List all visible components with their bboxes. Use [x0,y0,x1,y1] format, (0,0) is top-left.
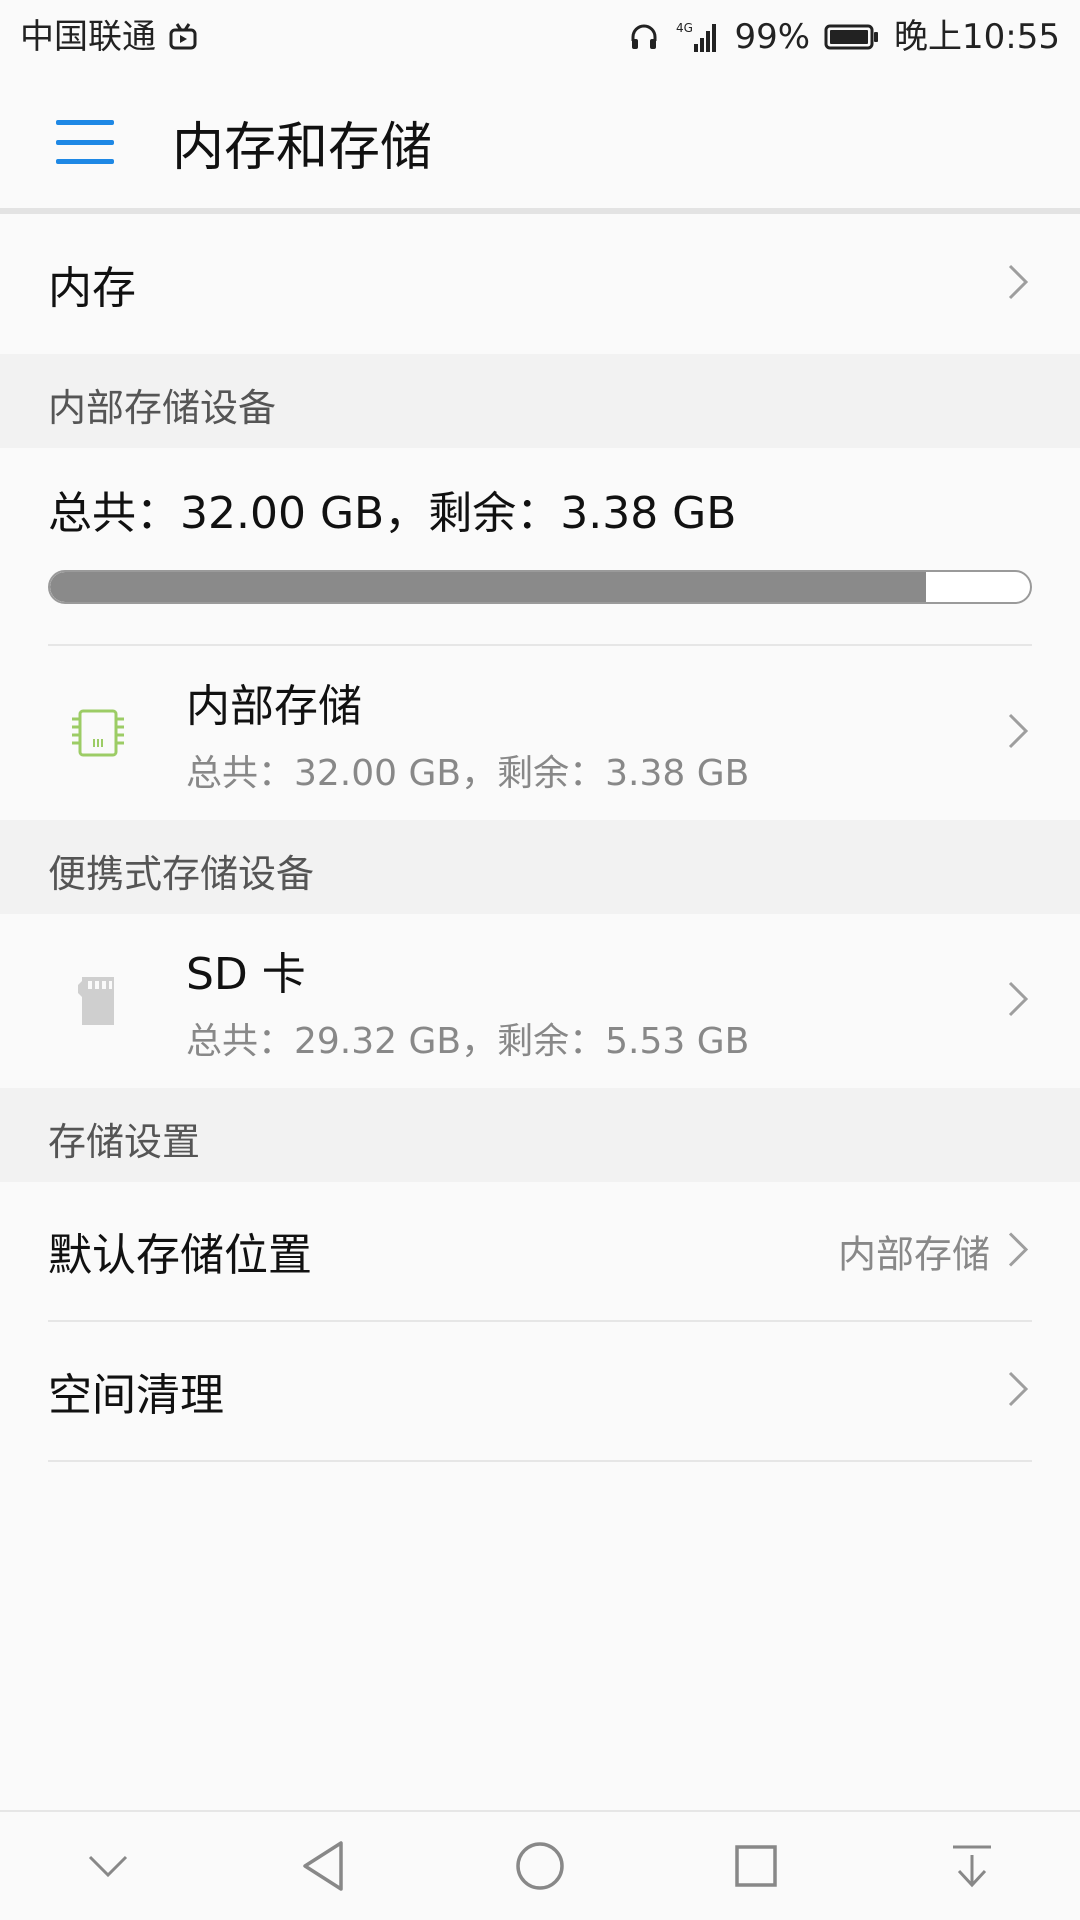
internal-storage-subtitle: 总共：32.00 GB，剩余：3.38 GB [186,753,750,794]
page-title: 内存和存储 [172,117,433,178]
headphone-icon [628,21,660,53]
carrier-name: 中国联通 [20,17,156,57]
divider [48,1460,1032,1462]
notification-pull-icon[interactable] [922,1816,1022,1916]
memory-row[interactable]: 内存 [0,214,1080,354]
sd-card-subtitle: 总共：29.32 GB，剩余：5.53 GB [186,1021,750,1062]
app-bar: 内存和存储 [0,74,1080,210]
section-header-portable: 便携式存储设备 [0,820,1080,914]
default-location-value: 内部存储 [837,1232,990,1277]
internal-total-line: 总共：32.00 GB，剩余：3.38 GB [48,488,737,539]
chevron-right-icon [1006,1229,1030,1273]
chevron-down-icon[interactable] [58,1816,158,1916]
internal-storage-item[interactable]: 内部存储 总共：32.00 GB，剩余：3.38 GB [0,646,1080,820]
chip-icon [48,683,148,783]
sd-card-icon [48,951,148,1051]
chevron-right-icon [1006,262,1030,306]
battery-icon [824,22,880,52]
storage-progress-bar [48,570,1032,604]
sd-card-item[interactable]: SD 卡 总共：29.32 GB，剩余：5.53 GB [0,914,1080,1088]
status-bar: 中国联通 4G 99% 晚上10:55 [0,0,1080,74]
chevron-right-icon [1006,711,1030,755]
default-location-label: 默认存储位置 [48,1230,312,1281]
default-location-row[interactable]: 默认存储位置 内部存储 [0,1182,1080,1320]
space-cleanup-label: 空间清理 [48,1370,224,1421]
home-icon[interactable] [490,1816,590,1916]
battery-percent: 99% [734,17,811,57]
storage-progress-fill [50,572,927,602]
content: 内存 内部存储设备 总共：32.00 GB，剩余：3.38 GB 内部存储 总共… [0,214,1080,1462]
system-nav-bar [0,1810,1080,1920]
section-header-settings: 存储设置 [0,1088,1080,1182]
signal-icon: 4G [674,20,720,54]
section-header-internal: 内部存储设备 [0,354,1080,448]
tv-icon [168,22,198,52]
network-type: 4G [676,21,693,35]
chevron-right-icon [1006,979,1030,1023]
menu-icon[interactable] [56,120,114,164]
recents-icon[interactable] [706,1816,806,1916]
internal-storage-title: 内部存储 [186,681,362,732]
chevron-right-icon [1006,1369,1030,1413]
memory-label: 内存 [48,263,136,314]
sd-card-title: SD 卡 [186,949,306,1000]
clock: 晚上10:55 [894,17,1060,57]
space-cleanup-row[interactable]: 空间清理 [0,1322,1080,1460]
back-icon[interactable] [274,1816,374,1916]
